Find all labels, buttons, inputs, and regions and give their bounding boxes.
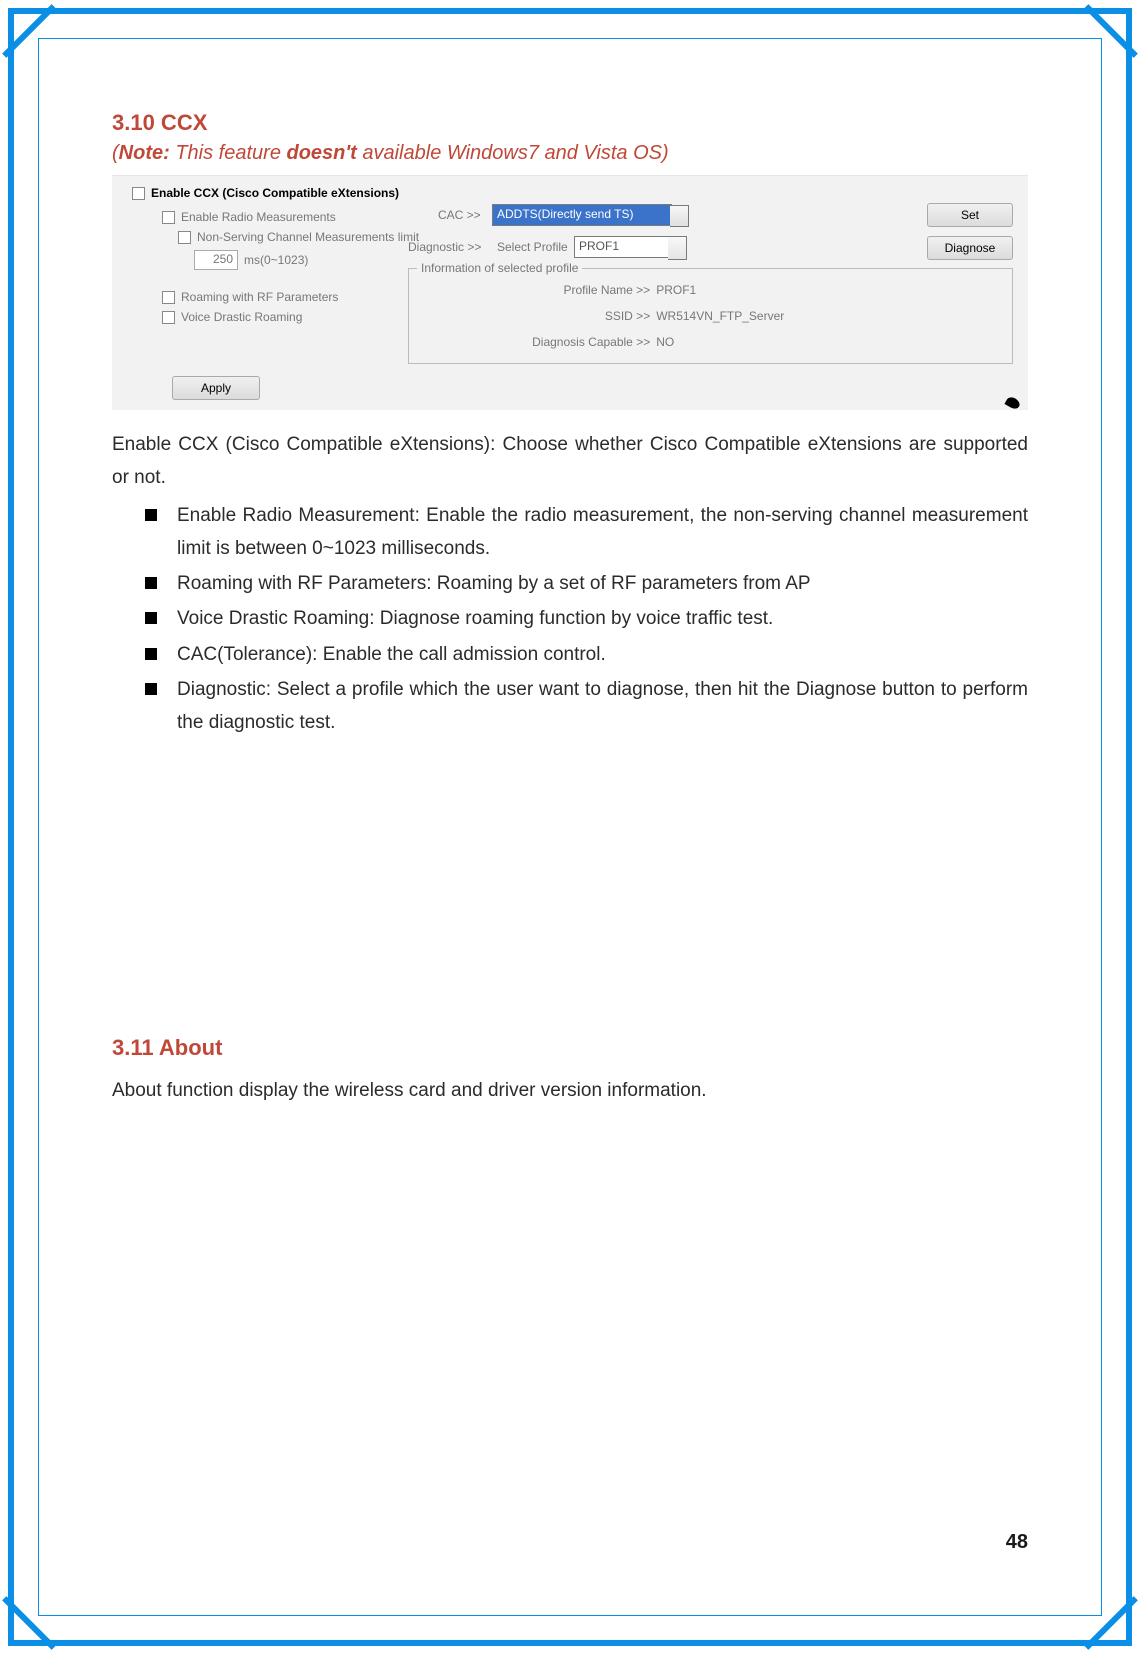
note-paren-open: (	[112, 142, 119, 164]
ssid-label: SSID >>	[490, 309, 650, 323]
diagnose-button[interactable]: Diagnose	[927, 236, 1013, 260]
note-bold-note: Note:	[119, 142, 170, 164]
list-item: Voice Drastic Roaming: Diagnose roaming …	[177, 602, 1028, 635]
profile-name-value: PROF1	[656, 283, 696, 297]
ms-limit-unit: ms(0~1023)	[244, 253, 308, 267]
body-text-block: Enable CCX (Cisco Compatible eXtensions)…	[112, 428, 1028, 1107]
cac-label: CAC >>	[438, 208, 481, 222]
diagnostic-label: Diagnostic >>	[408, 240, 481, 254]
section-heading-about: 3.11 About	[112, 1029, 1028, 1068]
diag-capable-label: Diagnosis Capable >>	[490, 335, 650, 349]
ms-limit-input[interactable]: 250	[194, 250, 238, 270]
voice-drastic-label: Voice Drastic Roaming	[181, 310, 302, 324]
profile-dropdown[interactable]: PROF1	[574, 236, 670, 258]
enable-radio-checkbox[interactable]: Enable Radio Measurements	[162, 210, 336, 224]
chevron-down-icon	[675, 213, 683, 218]
cac-dropdown[interactable]: ADDTS(Directly send TS)	[492, 204, 672, 226]
roaming-rf-checkbox[interactable]: Roaming with RF Parameters	[162, 290, 338, 304]
selected-profile-fieldset: Information of selected profile Profile …	[408, 268, 1013, 364]
list-item: CAC(Tolerance): Enable the call admissio…	[177, 638, 1028, 671]
page-number: 48	[1006, 1531, 1028, 1554]
checkbox-icon	[178, 231, 191, 244]
checkbox-icon	[162, 311, 175, 324]
profile-dropdown-value: PROF1	[579, 239, 619, 253]
bullet-list: Enable Radio Measurement: Enable the rad…	[112, 499, 1028, 740]
ccx-dialog-screenshot: Enable CCX (Cisco Compatible eXtensions)…	[112, 175, 1028, 410]
panel-right-side: CAC >> ADDTS(Directly send TS) Set Diagn…	[402, 176, 1028, 410]
note-suffix: available Windows7 and Vista OS)	[357, 142, 669, 164]
intro-paragraph: Enable CCX (Cisco Compatible eXtensions)…	[112, 428, 1028, 495]
fieldset-legend: Information of selected profile	[417, 261, 582, 275]
roaming-rf-label: Roaming with RF Parameters	[181, 290, 338, 304]
cac-dropdown-value: ADDTS(Directly send TS)	[497, 207, 633, 221]
checkbox-icon	[132, 187, 145, 200]
section-heading-ccx: 3.10 CCX	[112, 110, 1028, 136]
enable-radio-label: Enable Radio Measurements	[181, 210, 336, 224]
note-bold-doesnt: doesn't	[287, 142, 357, 164]
set-button[interactable]: Set	[927, 203, 1013, 227]
list-item: Enable Radio Measurement: Enable the rad…	[177, 499, 1028, 566]
note-mid: This feature	[170, 142, 287, 164]
list-item: Diagnostic: Select a profile which the u…	[177, 673, 1028, 740]
non-serving-checkbox[interactable]: Non-Serving Channel Measurements limit	[178, 230, 419, 244]
select-profile-label: Select Profile	[497, 240, 568, 254]
about-paragraph: About function display the wireless card…	[112, 1074, 1028, 1107]
profile-name-label: Profile Name >>	[490, 283, 650, 297]
note-line: (Note: This feature doesn't available Wi…	[112, 142, 1028, 165]
non-serving-label: Non-Serving Channel Measurements limit	[197, 230, 419, 244]
checkbox-icon	[162, 291, 175, 304]
enable-ccx-label: Enable CCX (Cisco Compatible eXtensions)	[151, 186, 399, 200]
enable-ccx-checkbox[interactable]: Enable CCX (Cisco Compatible eXtensions)	[132, 186, 399, 200]
diag-capable-value: NO	[656, 335, 674, 349]
list-item: Roaming with RF Parameters: Roaming by a…	[177, 567, 1028, 600]
checkbox-icon	[162, 211, 175, 224]
ssid-value: WR514VN_FTP_Server	[656, 309, 784, 323]
chevron-down-icon	[673, 245, 681, 250]
apply-button[interactable]: Apply	[172, 376, 260, 400]
ms-limit-row: 250 ms(0~1023)	[194, 250, 308, 270]
voice-drastic-checkbox[interactable]: Voice Drastic Roaming	[162, 310, 302, 324]
